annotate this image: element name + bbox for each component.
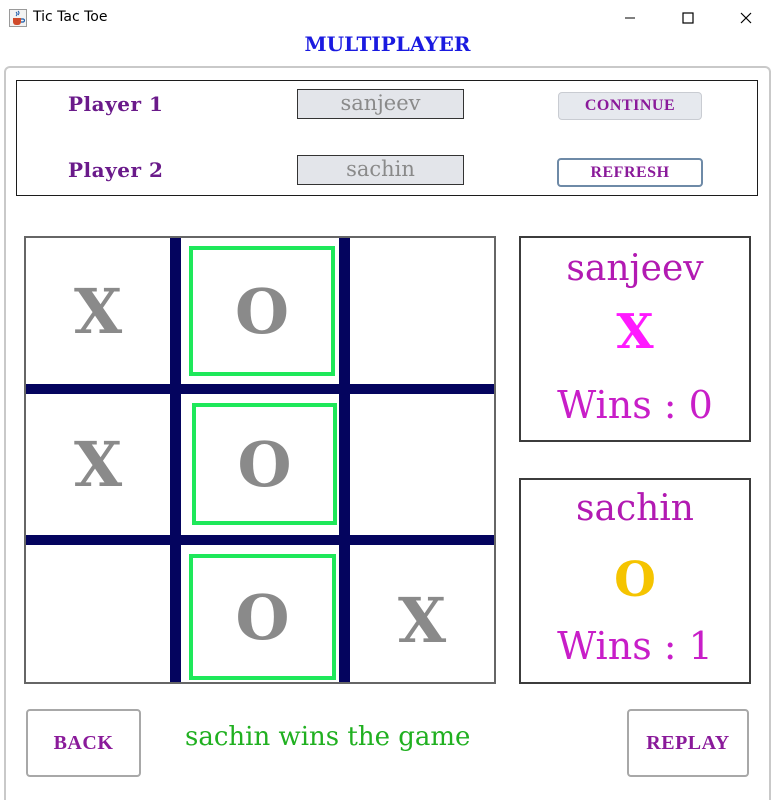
player1-name-field[interactable]: sanjeev bbox=[297, 89, 464, 119]
minimize-button[interactable] bbox=[601, 0, 659, 36]
grid-line bbox=[339, 238, 350, 682]
page-title: MULTIPLAYER bbox=[304, 32, 471, 56]
player2-name-field[interactable]: sachin bbox=[297, 155, 464, 185]
player2-score-name: sachin bbox=[576, 488, 694, 529]
game-status: sachin wins the game bbox=[185, 722, 471, 752]
player2-label: Player 2 bbox=[68, 158, 164, 182]
board-cell-5[interactable]: O bbox=[192, 403, 337, 525]
grid-line bbox=[170, 238, 181, 682]
player2-score-card: sachin O Wins : 1 bbox=[519, 478, 751, 684]
minimize-icon bbox=[625, 17, 635, 19]
board-cell-9[interactable]: X bbox=[350, 545, 494, 695]
replay-button[interactable]: REPLAY bbox=[627, 709, 749, 777]
maximize-icon bbox=[682, 12, 694, 24]
player1-score-card: sanjeev X Wins : 0 bbox=[519, 236, 751, 442]
player1-label: Player 1 bbox=[68, 92, 164, 116]
board-cell-1[interactable]: X bbox=[26, 238, 170, 384]
board-cell-3[interactable] bbox=[350, 238, 494, 384]
board-cell-6[interactable] bbox=[350, 394, 494, 535]
refresh-button[interactable]: REFRESH bbox=[557, 158, 703, 187]
player1-wins: Wins : 0 bbox=[557, 383, 713, 427]
board-cell-8[interactable]: O bbox=[189, 554, 336, 680]
player1-score-symbol: X bbox=[616, 304, 654, 360]
window-title: Tic Tac Toe bbox=[33, 9, 108, 25]
board-cell-4[interactable]: X bbox=[26, 394, 170, 535]
grid-line bbox=[26, 535, 494, 545]
close-icon bbox=[740, 12, 752, 24]
java-cup-icon bbox=[9, 9, 27, 27]
close-button[interactable] bbox=[717, 0, 775, 36]
player2-score-symbol: O bbox=[614, 552, 656, 608]
maximize-button[interactable] bbox=[659, 0, 717, 36]
grid-line bbox=[26, 384, 494, 394]
board-cell-2[interactable]: O bbox=[189, 246, 335, 376]
board-cell-7[interactable] bbox=[26, 545, 170, 682]
continue-button[interactable]: CONTINUE bbox=[558, 92, 702, 120]
player1-score-name: sanjeev bbox=[566, 248, 704, 289]
player2-wins: Wins : 1 bbox=[557, 624, 713, 668]
back-button[interactable]: BACK bbox=[26, 709, 141, 777]
